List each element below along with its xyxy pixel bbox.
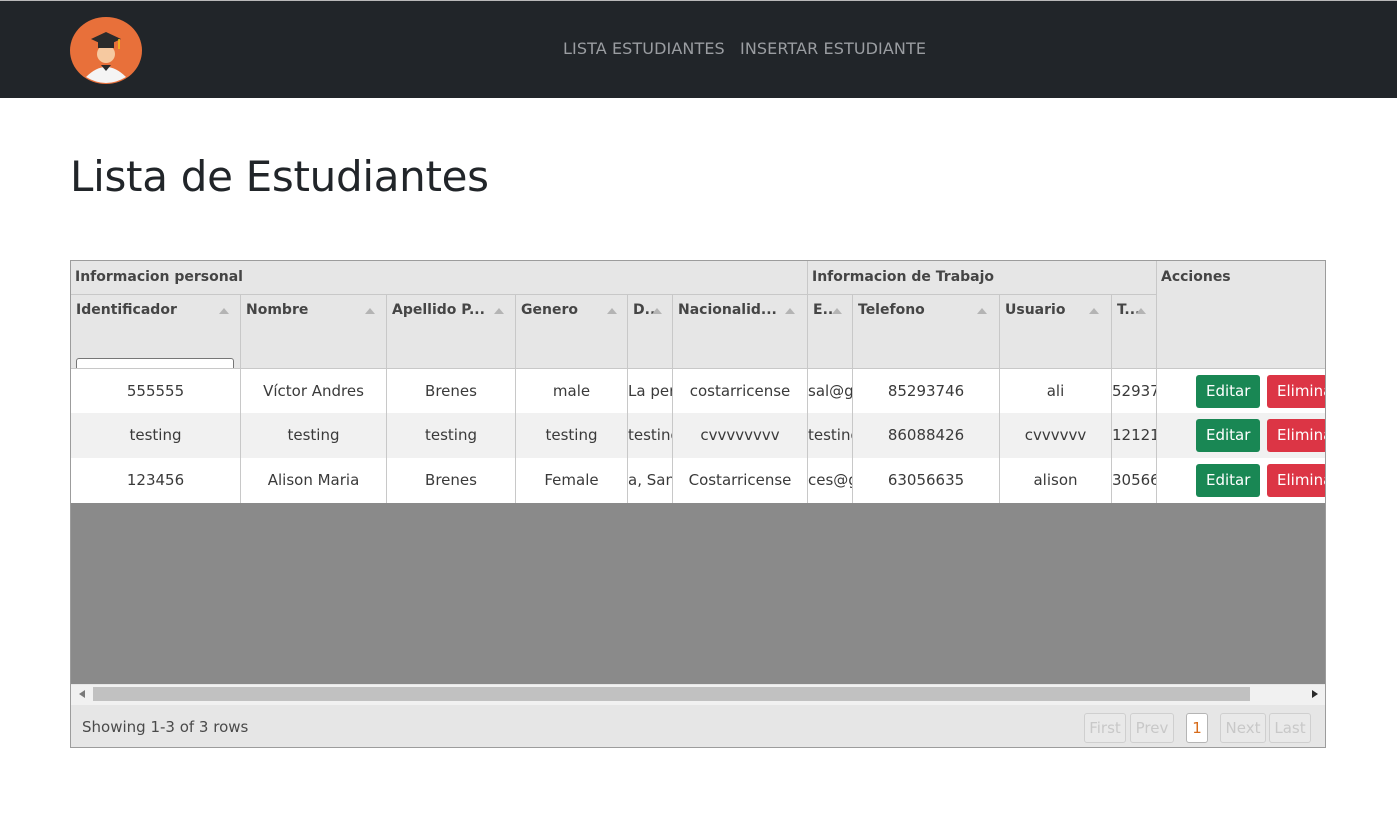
cell: ces@g <box>807 458 852 503</box>
delete-button[interactable]: Elimina <box>1267 375 1325 408</box>
scroll-right-icon[interactable] <box>1312 690 1318 698</box>
nav-link-insertar-estudiante[interactable]: INSERTAR ESTUDIANTE <box>740 39 926 58</box>
identificador-filter-input[interactable] <box>76 358 234 368</box>
cell: 305663 <box>1111 458 1156 503</box>
group-header-acciones: Acciones <box>1156 261 1325 368</box>
cell: testing <box>515 413 627 458</box>
pagination-prev-button[interactable]: Prev <box>1130 713 1174 743</box>
navbar: LISTA ESTUDIANTES INSERTAR ESTUDIANTE <box>0 0 1397 98</box>
table-row[interactable]: testing testing testing testing testing … <box>71 413 1325 458</box>
cell: 123456 <box>126 471 185 489</box>
table-row[interactable]: 555555 Víctor Andres Brenes male La perl… <box>71 368 1325 414</box>
pagination-last-button[interactable]: Last <box>1269 713 1311 743</box>
col-header-identificador[interactable]: Identificador <box>71 294 240 368</box>
cell: alison <box>999 458 1111 503</box>
delete-button[interactable]: Elimina <box>1267 419 1325 452</box>
actions-cell: Editar Elimina <box>1156 413 1325 458</box>
cell: 85293746 <box>852 369 999 414</box>
col-label-identificador: Identificador <box>76 302 177 318</box>
sort-arrow-icon[interactable] <box>494 308 504 314</box>
sort-arrow-icon[interactable] <box>832 308 842 314</box>
col-label-genero: Genero <box>521 302 578 318</box>
cell: a, San <box>627 458 672 503</box>
cell: cvvvvvvvv <box>672 413 807 458</box>
sort-arrow-icon[interactable] <box>1089 308 1099 314</box>
cell: testing <box>386 413 515 458</box>
sort-arrow-icon[interactable] <box>977 308 987 314</box>
col-header-nacionalidad[interactable]: Nacionalid... <box>672 294 807 368</box>
cell: testing <box>627 413 672 458</box>
sort-arrow-icon[interactable] <box>607 308 617 314</box>
cell: male <box>515 369 627 414</box>
col-header-apellido[interactable]: Apellido P... <box>386 294 515 368</box>
table-empty-area <box>71 503 1325 684</box>
sort-arrow-icon[interactable] <box>219 308 229 314</box>
col-label-telefono: Telefono <box>858 302 925 318</box>
table-row[interactable]: 123456 Alison Maria Brenes Female a, San… <box>71 458 1325 503</box>
edit-button[interactable]: Editar <box>1196 419 1261 452</box>
col-label-nacionalidad: Nacionalid... <box>678 302 777 318</box>
cell: sal@g <box>807 369 852 414</box>
cell: costarricense <box>672 369 807 414</box>
pagination-first-button[interactable]: First <box>1084 713 1126 743</box>
col-header-nombre[interactable]: Nombre <box>240 294 386 368</box>
cell: Costarricense <box>672 458 807 503</box>
cell: cvvvvvv <box>999 413 1111 458</box>
cell: La perla <box>627 369 672 414</box>
col-header-genero[interactable]: Genero <box>515 294 627 368</box>
col-header-telefono-trabajo[interactable]: T... <box>1111 294 1156 368</box>
cell: 555555 <box>126 382 185 400</box>
cell: 529374 <box>1111 369 1156 414</box>
col-header-telefono[interactable]: Telefono <box>852 294 999 368</box>
rows-summary: Showing 1-3 of 3 rows <box>82 718 249 736</box>
graduate-logo-icon[interactable] <box>70 17 142 84</box>
sort-arrow-icon[interactable] <box>785 308 795 314</box>
edit-button[interactable]: Editar <box>1196 464 1261 497</box>
scroll-left-icon[interactable] <box>79 690 85 698</box>
cell: Alison Maria <box>240 458 386 503</box>
delete-button[interactable]: Elimina <box>1267 464 1325 497</box>
col-label-apellido: Apellido P... <box>392 302 485 318</box>
cell: Víctor Andres <box>240 369 386 414</box>
actions-cell: Editar Elimina <box>1156 369 1325 414</box>
col-label-usuario: Usuario <box>1005 302 1066 318</box>
cell: ali <box>999 369 1111 414</box>
scrollbar-thumb[interactable] <box>93 687 1250 701</box>
cell: testing <box>129 426 182 444</box>
actions-cell: Editar Elimina <box>1156 458 1325 503</box>
group-header-personal: Informacion personal <box>75 269 243 285</box>
cell: Brenes <box>386 458 515 503</box>
cell: testing <box>240 413 386 458</box>
col-header-email[interactable]: E... <box>807 294 852 368</box>
pagination-page-1[interactable]: 1 <box>1186 713 1208 743</box>
pagination-next-button[interactable]: Next <box>1220 713 1266 743</box>
cell: testing <box>807 413 852 458</box>
sort-arrow-icon[interactable] <box>652 308 662 314</box>
nav-link-lista-estudiantes[interactable]: LISTA ESTUDIANTES <box>563 39 725 58</box>
page-title: Lista de Estudiantes <box>70 152 489 201</box>
col-header-usuario[interactable]: Usuario <box>999 294 1111 368</box>
table-footer: Showing 1-3 of 3 rows First Prev 1 Next … <box>71 705 1325 747</box>
group-header-trabajo: Informacion de Trabajo <box>807 261 1156 294</box>
sort-arrow-icon[interactable] <box>365 308 375 314</box>
cell: Female <box>515 458 627 503</box>
col-label-nombre: Nombre <box>246 302 309 318</box>
students-table: Informacion personal Informacion de Trab… <box>70 260 1326 748</box>
horizontal-scrollbar[interactable] <box>71 685 1325 705</box>
cell: 86088426 <box>852 413 999 458</box>
cell: 121212 <box>1111 413 1156 458</box>
cell: Brenes <box>386 369 515 414</box>
sort-arrow-icon[interactable] <box>1136 308 1146 314</box>
edit-button[interactable]: Editar <box>1196 375 1261 408</box>
cell: 63056635 <box>852 458 999 503</box>
col-header-direccion[interactable]: D... <box>627 294 672 368</box>
